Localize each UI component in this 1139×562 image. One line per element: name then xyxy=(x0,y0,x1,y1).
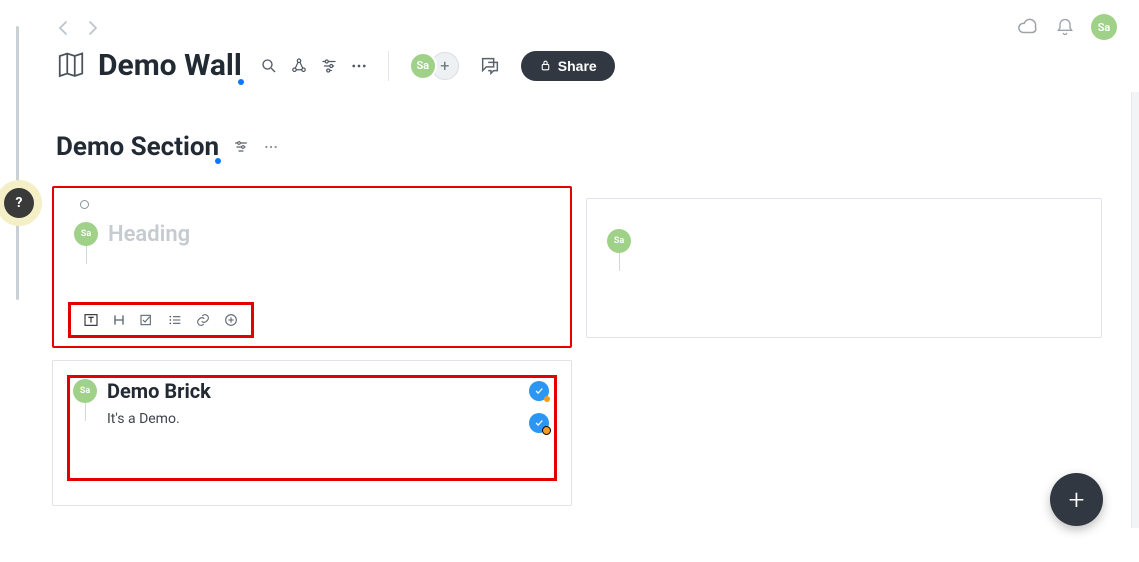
text-tool-icon[interactable] xyxy=(80,309,102,331)
scrollbar[interactable] xyxy=(1131,92,1139,528)
timeline-stem xyxy=(86,246,87,264)
section-header: Demo Section xyxy=(56,132,279,162)
left-rail xyxy=(0,0,22,562)
author-avatar: Sa xyxy=(607,229,631,253)
author-rail: Sa xyxy=(73,379,97,421)
divider xyxy=(388,51,389,81)
author-rail: Sa xyxy=(607,229,631,271)
list-tool-icon[interactable] xyxy=(164,309,186,331)
header-actions xyxy=(260,57,368,75)
add-tool-icon[interactable] xyxy=(220,309,242,331)
collaborators: Sa + xyxy=(409,52,459,80)
heading-tool-icon[interactable] xyxy=(108,309,130,331)
verified-icon[interactable] xyxy=(529,381,549,401)
add-fab[interactable]: + xyxy=(1050,473,1103,526)
formatting-toolbar xyxy=(68,302,254,338)
card-new[interactable]: Sa Heading xyxy=(52,186,572,348)
timeline-stem xyxy=(85,403,86,421)
card-demo-brick[interactable]: Sa Demo Brick It's a Demo. xyxy=(52,360,572,506)
graph-icon[interactable] xyxy=(290,57,308,75)
help-button[interactable]: ? xyxy=(4,188,34,218)
section-more-icon[interactable] xyxy=(263,139,279,155)
card-empty[interactable]: Sa xyxy=(586,198,1102,338)
status-badges xyxy=(529,381,549,433)
topbar-right: Sa xyxy=(1017,14,1117,40)
share-label: Share xyxy=(558,58,597,74)
cloud-icon[interactable] xyxy=(1017,16,1039,38)
lock-icon xyxy=(539,59,552,72)
comments-icon[interactable] xyxy=(479,55,501,77)
timeline-stem xyxy=(619,253,620,271)
bell-icon[interactable] xyxy=(1055,17,1075,37)
author-avatar: Sa xyxy=(73,379,97,403)
back-icon[interactable] xyxy=(56,20,72,36)
collab-avatar[interactable]: Sa xyxy=(409,52,437,80)
link-tool-icon[interactable] xyxy=(192,309,214,331)
brick-body[interactable]: It's a Demo. xyxy=(107,411,551,427)
share-button[interactable]: Share xyxy=(521,51,615,81)
avatar[interactable]: Sa xyxy=(1091,14,1117,40)
verified-icon[interactable] xyxy=(529,413,549,433)
page-header: Demo Wall Sa + Share xyxy=(56,48,1099,83)
heading-input[interactable]: Heading xyxy=(108,222,550,247)
checklist-tool-icon[interactable] xyxy=(136,309,158,331)
section-title[interactable]: Demo Section xyxy=(56,132,219,162)
section-filter-icon[interactable] xyxy=(233,139,249,155)
author-rail: Sa xyxy=(74,222,98,264)
brick-title[interactable]: Demo Brick xyxy=(107,379,551,403)
forward-icon[interactable] xyxy=(84,20,100,36)
wall-icon xyxy=(56,51,86,81)
more-icon[interactable] xyxy=(350,57,368,75)
nav-arrows xyxy=(56,20,100,36)
filter-icon[interactable] xyxy=(320,57,338,75)
author-avatar: Sa xyxy=(74,222,98,246)
wall-title[interactable]: Demo Wall xyxy=(98,48,242,83)
search-icon[interactable] xyxy=(260,57,278,75)
